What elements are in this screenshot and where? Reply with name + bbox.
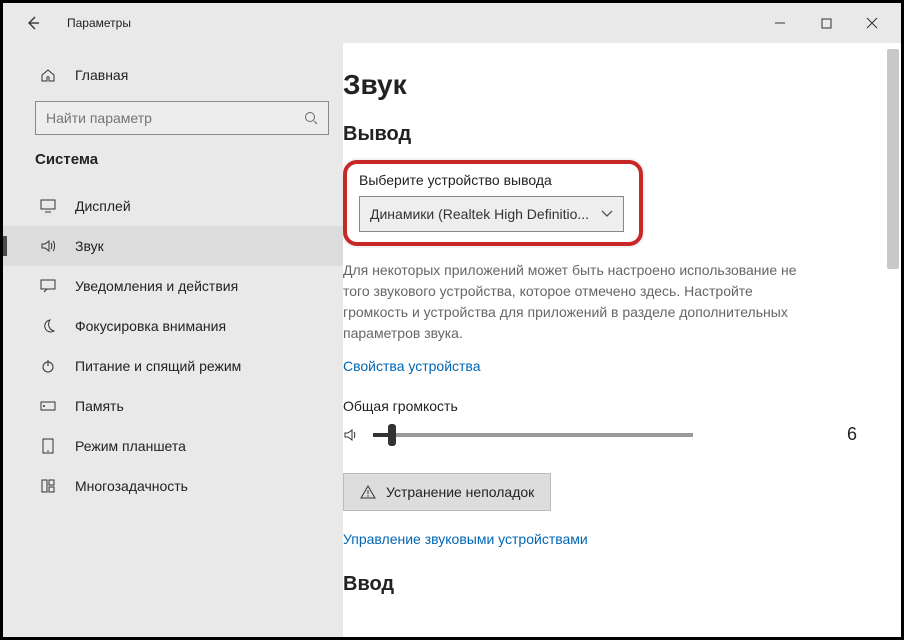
output-note: Для некоторых приложений может быть наст… bbox=[343, 260, 813, 344]
chat-icon bbox=[37, 279, 59, 293]
sidebar-item-focus[interactable]: Фокусировка внимания bbox=[3, 306, 343, 346]
sidebar-item-sound[interactable]: Звук bbox=[3, 226, 343, 266]
sidebar-item-storage[interactable]: Память bbox=[3, 386, 343, 426]
search-field[interactable] bbox=[46, 110, 304, 126]
search-input[interactable] bbox=[35, 101, 329, 135]
output-device-label: Выберите устройство вывода bbox=[359, 172, 627, 188]
sidebar-item-display[interactable]: Дисплей bbox=[3, 186, 343, 226]
manage-devices-link[interactable]: Управление звуковыми устройствами bbox=[343, 531, 877, 547]
input-heading: Ввод bbox=[343, 573, 877, 596]
sidebar-home-label: Главная bbox=[75, 67, 128, 83]
sidebar-item-label: Режим планшета bbox=[75, 438, 186, 454]
sidebar-item-tablet[interactable]: Режим планшета bbox=[3, 426, 343, 466]
maximize-button[interactable] bbox=[803, 7, 849, 39]
search-icon bbox=[304, 111, 318, 125]
page-title: Звук bbox=[343, 69, 877, 101]
moon-icon bbox=[37, 319, 59, 333]
chevron-down-icon bbox=[601, 210, 613, 218]
tablet-icon bbox=[37, 438, 59, 454]
sidebar-item-home[interactable]: Главная bbox=[3, 57, 343, 93]
volume-icon bbox=[343, 427, 361, 443]
sidebar: Главная Система Дисплей Звук Уведомления… bbox=[3, 43, 343, 637]
sidebar-item-power[interactable]: Питание и спящий режим bbox=[3, 346, 343, 386]
window-title: Параметры bbox=[67, 16, 131, 30]
output-device-select[interactable]: Динамики (Realtek High Definitio... bbox=[359, 196, 624, 232]
output-heading: Вывод bbox=[343, 123, 877, 146]
troubleshoot-button[interactable]: Устранение неполадок bbox=[343, 473, 551, 511]
sidebar-section-title: Система bbox=[3, 151, 343, 186]
multitask-icon bbox=[37, 479, 59, 493]
sidebar-item-label: Фокусировка внимания bbox=[75, 318, 226, 334]
scrollbar[interactable] bbox=[887, 47, 899, 633]
sidebar-item-multitask[interactable]: Многозадачность bbox=[3, 466, 343, 506]
sidebar-item-label: Питание и спящий режим bbox=[75, 358, 241, 374]
highlighted-output-device: Выберите устройство вывода Динамики (Rea… bbox=[343, 160, 643, 246]
storage-icon bbox=[37, 401, 59, 411]
home-icon bbox=[37, 67, 59, 83]
close-button[interactable] bbox=[849, 7, 895, 39]
power-icon bbox=[37, 359, 59, 373]
window-controls bbox=[757, 7, 895, 39]
sidebar-item-label: Дисплей bbox=[75, 198, 131, 214]
scroll-thumb[interactable] bbox=[887, 49, 899, 269]
selected-device-text: Динамики (Realtek High Definitio... bbox=[370, 206, 589, 222]
sound-icon bbox=[37, 239, 59, 253]
volume-label: Общая громкость bbox=[343, 398, 877, 414]
back-button[interactable] bbox=[19, 9, 47, 37]
sidebar-item-notifications[interactable]: Уведомления и действия bbox=[3, 266, 343, 306]
arrow-left-icon bbox=[25, 15, 41, 31]
display-icon bbox=[37, 199, 59, 213]
titlebar: Параметры bbox=[3, 3, 901, 43]
sidebar-item-label: Звук bbox=[75, 238, 104, 254]
volume-value: 6 bbox=[847, 424, 857, 445]
sidebar-item-label: Уведомления и действия bbox=[75, 278, 238, 294]
troubleshoot-label: Устранение неполадок bbox=[386, 484, 534, 500]
warning-icon bbox=[360, 485, 376, 499]
device-properties-link[interactable]: Свойства устройства bbox=[343, 358, 877, 374]
volume-slider[interactable] bbox=[373, 433, 693, 437]
sidebar-item-label: Многозадачность bbox=[75, 478, 188, 494]
minimize-button[interactable] bbox=[757, 7, 803, 39]
main-content: Звук Вывод Выберите устройство вывода Ди… bbox=[343, 43, 901, 637]
sidebar-item-label: Память bbox=[75, 398, 124, 414]
